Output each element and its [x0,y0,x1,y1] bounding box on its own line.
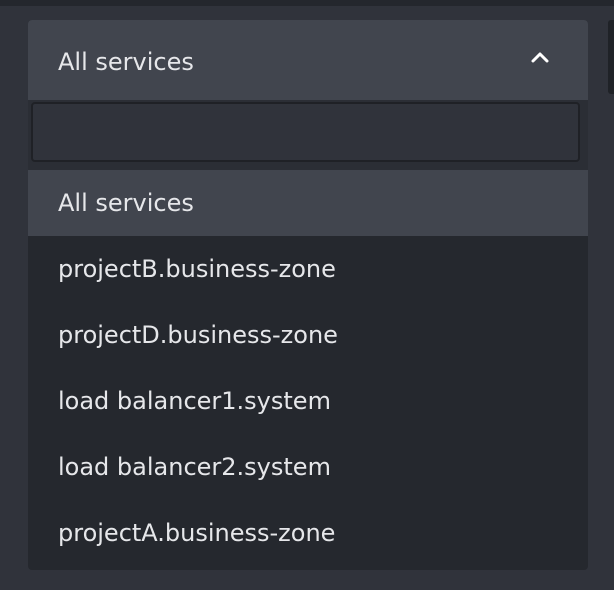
option-projectd[interactable]: projectD.business-zone [28,302,588,368]
select-label: All services [58,48,194,76]
options-list: All services projectB.business-zone proj… [28,170,588,566]
scrollbar-edge[interactable] [608,20,614,94]
option-load-balancer1[interactable]: load balancer1.system [28,368,588,434]
search-input[interactable] [31,102,580,162]
option-label: projectD.business-zone [58,321,338,349]
option-label: projectA.business-zone [58,519,336,547]
option-label: load balancer1.system [58,387,331,415]
option-projecta[interactable]: projectA.business-zone [28,500,588,566]
chevron-up-icon[interactable] [528,46,552,70]
service-dropdown: All services All services projectB.busin… [28,20,588,570]
option-projectb[interactable]: projectB.business-zone [28,236,588,302]
top-bar [0,0,614,6]
option-all-services[interactable]: All services [28,170,588,236]
option-label: load balancer2.system [58,453,331,481]
option-label: projectB.business-zone [58,255,336,283]
service-select[interactable]: All services [28,20,588,100]
option-label: All services [58,189,194,217]
option-load-balancer2[interactable]: load balancer2.system [28,434,588,500]
